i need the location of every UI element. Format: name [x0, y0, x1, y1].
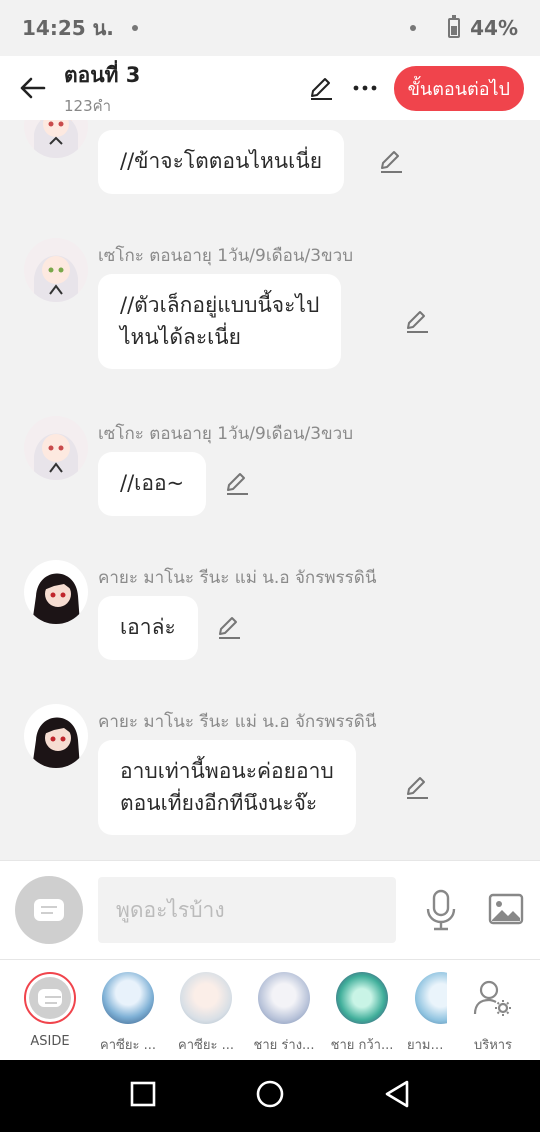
character-label: บริหาร: [473, 1038, 513, 1053]
sender-name: เซโกะ ตอนอายุ 1วัน/9เดือน/3ขวบ: [98, 424, 354, 444]
character-label: ชาย ร่าง...: [253, 1038, 315, 1053]
microphone-icon: [426, 889, 456, 931]
character-label: ชาย กว้า...: [330, 1038, 394, 1053]
notification-dot: [131, 25, 138, 31]
avatar[interactable]: [24, 560, 88, 624]
sender-name: คายะ มาโนะ รีนะ แม่ น.อ จักรพรรดินี: [98, 568, 377, 588]
battery-percent: 44%: [470, 16, 518, 40]
character-bar: ASIDE คาซียะ ... คาซียะ ... ชาย ร่าง... …: [0, 960, 540, 1060]
character-item[interactable]: ชาย ร่าง...: [251, 972, 317, 1055]
edit-message-button[interactable]: [404, 774, 430, 800]
avatar[interactable]: [24, 238, 88, 302]
message-input[interactable]: [98, 877, 396, 943]
pencil-icon: [381, 151, 402, 173]
pencil-icon: [407, 777, 428, 799]
chat-bubble-icon: [38, 989, 62, 1007]
circle-icon: [256, 1080, 284, 1108]
message-bubble[interactable]: เอาล่ะ: [98, 596, 198, 660]
sender-name: เซโกะ ตอนอายุ 1วัน/9เดือน/3ขวบ: [98, 246, 354, 266]
chat-area[interactable]: //ข้าจะโตตอนไหนเนี่ย เซโกะ ตอนอายุ 1วัน/…: [0, 120, 540, 860]
character-aside[interactable]: ASIDE: [17, 972, 83, 1049]
avatar[interactable]: [24, 416, 88, 480]
compose-bar: [0, 860, 540, 960]
manage-characters-button[interactable]: บริหาร: [460, 972, 526, 1055]
character-avatar: [180, 972, 232, 1024]
character-avatar: [102, 972, 154, 1024]
avatar-image: [24, 120, 88, 158]
character-item[interactable]: คาซียะ ...: [95, 972, 161, 1055]
message-bubble[interactable]: //ข้าจะโตตอนไหนเนี่ย: [98, 130, 345, 194]
character-label: คาซียะ ...: [100, 1038, 156, 1053]
top-app-bar: ตอนที่ 3 123คำ ขั้นตอนต่อไป: [0, 56, 540, 120]
edit-message-button[interactable]: [378, 148, 404, 174]
status-time: 14:25 น.: [22, 16, 114, 40]
avatar[interactable]: [24, 704, 88, 768]
character-avatar: [336, 972, 388, 1024]
more-horizontal-icon: [353, 85, 376, 91]
character-label: คาซียะ ...: [178, 1038, 234, 1053]
back-nav-button[interactable]: [383, 1079, 411, 1113]
image-icon: [488, 893, 524, 925]
edit-message-button[interactable]: [404, 308, 430, 334]
avatar-image: [24, 560, 88, 624]
user-settings-icon: [473, 980, 511, 1016]
recent-apps-button[interactable]: [129, 1080, 157, 1112]
character-item[interactable]: ชาย กว้า...: [329, 972, 395, 1055]
pencil-icon: [227, 473, 248, 495]
chat-bubble-icon: [34, 899, 64, 921]
more-button[interactable]: [350, 73, 380, 103]
square-icon: [130, 1081, 156, 1107]
back-button[interactable]: [0, 56, 64, 120]
character-avatar: [258, 972, 310, 1024]
avatar-image: [24, 704, 88, 768]
sender-name: คายะ มาโนะ รีนะ แม่ น.อ จักรพรรดินี: [98, 712, 377, 732]
arrow-left-icon: [20, 77, 46, 99]
character-item[interactable]: คาซียะ ...: [173, 972, 239, 1055]
character-label: ASIDE: [30, 1034, 70, 1049]
triangle-back-icon: [385, 1080, 409, 1108]
system-nav-bar: [0, 1060, 540, 1132]
edit-message-button[interactable]: [224, 470, 250, 496]
character-avatar: [415, 972, 447, 1024]
aside-avatar: [24, 972, 76, 1024]
word-count: 123คำ: [64, 96, 112, 115]
page-title: ตอนที่ 3: [64, 62, 141, 87]
status-bar: 14:25 น. 44%: [0, 0, 540, 56]
attach-image-button[interactable]: [488, 893, 524, 929]
avatar-image: [24, 416, 88, 480]
voice-input-button[interactable]: [424, 889, 458, 935]
character-item[interactable]: ยามะ ...: [407, 972, 447, 1055]
aside-toggle-button[interactable]: [15, 876, 83, 944]
message-bubble[interactable]: //เออ~: [98, 452, 207, 516]
pencil-icon: [219, 617, 240, 639]
pencil-icon: [310, 78, 332, 100]
character-label: ยามะ ...: [407, 1038, 447, 1053]
home-button[interactable]: [255, 1079, 285, 1113]
next-step-button[interactable]: ขั้นตอนต่อไป: [393, 65, 524, 111]
edit-title-button[interactable]: [306, 73, 336, 103]
edit-message-button[interactable]: [216, 614, 242, 640]
battery-icon: [448, 15, 461, 38]
manage-avatar: [467, 972, 519, 1024]
pencil-icon: [407, 311, 428, 333]
signal-dot: [410, 25, 417, 31]
avatar[interactable]: [24, 120, 88, 158]
message-bubble[interactable]: //ตัวเล็กอยู่แบบนี้จะไป ไหนได้ละเนี่ย: [98, 274, 342, 369]
avatar-image: [24, 238, 88, 302]
message-bubble[interactable]: อาบเท่านี้พอนะค่อยอาบ ตอนเที่ยงอีกทีนึงน…: [98, 740, 356, 835]
